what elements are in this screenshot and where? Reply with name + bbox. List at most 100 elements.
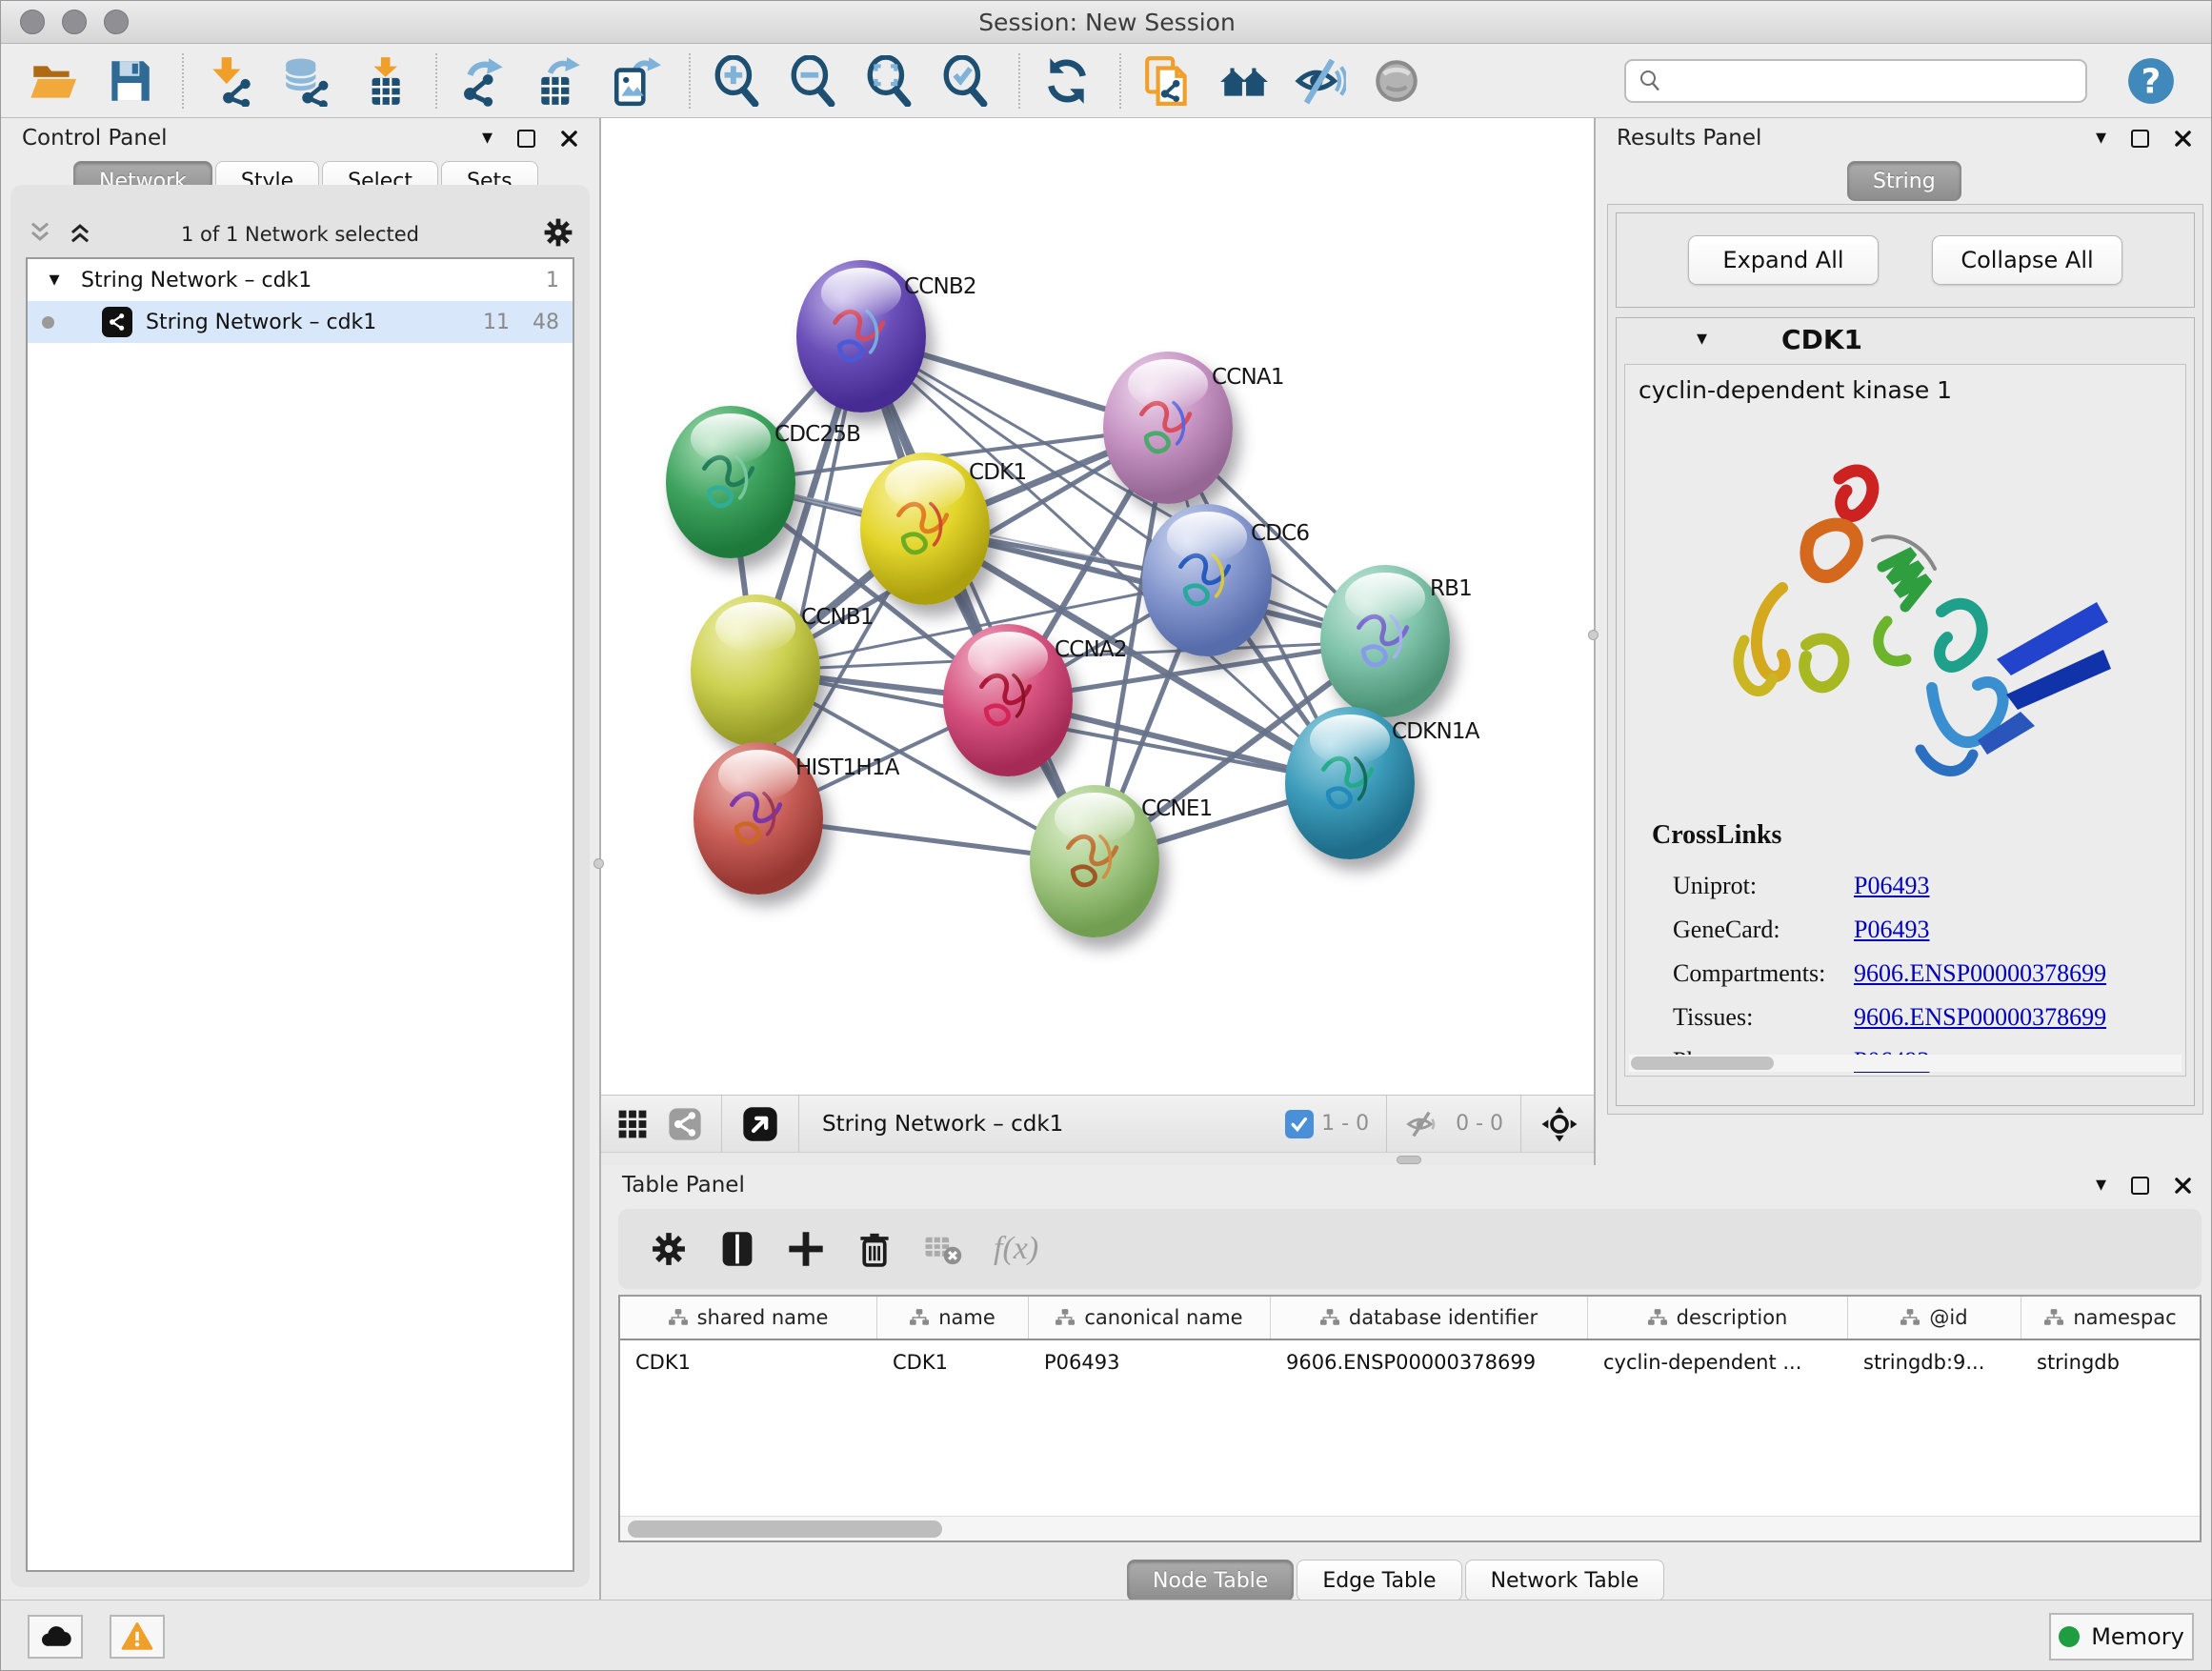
table-options-gear-icon[interactable] [641,1221,696,1277]
import-network-icon [205,55,256,107]
hide-glass-button[interactable] [1291,51,1350,111]
column-header[interactable]: namespac [2021,1297,2200,1339]
column-header[interactable]: description [1588,1297,1848,1339]
network-node-ccne1[interactable] [1030,785,1159,937]
results-panel-header: Results Panel ▾ [1596,118,2212,158]
selected-checkbox-icon[interactable] [1285,1110,1314,1138]
birds-eye-view-icon[interactable] [741,1105,779,1143]
crosslink-link[interactable]: P06493 [1854,872,1929,900]
export-network-icon [458,55,510,107]
panel-collapse-icon[interactable]: ▾ [482,128,493,149]
panel-close-icon[interactable] [2174,1177,2192,1195]
string-copy-network-button[interactable] [1138,51,1197,111]
panel-float-icon[interactable] [517,130,535,148]
crosslink-link[interactable]: 9606.ENSP00000378699 [1854,959,2106,988]
network-row[interactable]: String Network – cdk1 11 48 [28,301,573,343]
search-icon [1638,69,1662,93]
table-horizontal-scrollbar[interactable] [620,1516,2200,1540]
show-columns-icon[interactable] [710,1221,765,1277]
warnings-button[interactable] [110,1615,165,1659]
export-table-button[interactable] [531,51,590,111]
horizontal-splitter[interactable] [601,1152,1594,1165]
network-collection-row[interactable]: ▾ String Network – cdk1 1 [28,259,573,301]
import-network-file-button[interactable] [201,51,260,111]
cloud-status-button[interactable] [28,1615,83,1659]
toolbar-search-field[interactable] [1624,59,2087,103]
import-table-button[interactable] [353,51,412,111]
memory-button[interactable]: Memory [2049,1613,2194,1661]
function-builder-icon-disabled: f(x) [994,1231,1038,1267]
column-header[interactable]: canonical name [1029,1297,1271,1339]
node-gloss [715,602,795,653]
tab-edge-table[interactable]: Edge Table [1297,1560,1461,1601]
results-horizontal-scrollbar[interactable] [1629,1055,2182,1072]
save-session-button[interactable] [100,51,159,111]
grid-view-icon[interactable] [616,1108,649,1140]
panel-float-icon[interactable] [2131,130,2149,148]
zoom-selected-button[interactable] [936,51,995,111]
cell-name: CDK1 [877,1351,1029,1374]
panel-collapse-icon[interactable]: ▾ [2096,1175,2106,1196]
table-row[interactable]: CDK1 CDK1 P06493 9606.ENSP00000378699 cy… [620,1340,2200,1384]
hidden-eye-slash-icon[interactable] [1406,1108,1438,1140]
network-options-gear-icon[interactable] [542,216,574,252]
show-glass-button[interactable] [1367,51,1426,111]
collection-expander-icon[interactable]: ▾ [28,270,81,291]
delete-column-icon[interactable] [847,1221,902,1277]
toolbar-separator [1119,53,1121,109]
add-column-icon[interactable] [778,1221,834,1277]
panel-float-icon[interactable] [2131,1177,2149,1195]
column-header[interactable]: shared name [620,1297,877,1339]
open-session-button[interactable] [24,51,83,111]
scrollbar-thumb[interactable] [1631,1057,1774,1070]
column-header[interactable]: name [877,1297,1029,1339]
scrollbar-thumb[interactable] [628,1520,942,1538]
splitter-handle[interactable] [1397,1156,1421,1164]
crosslink-link[interactable]: 9606.ENSP00000378699 [1854,1003,2106,1032]
node-table[interactable]: shared name name canonical name database… [618,1295,2202,1542]
zoom-out-button[interactable] [784,51,843,111]
crosslink-link[interactable]: P06493 [1854,916,1929,944]
zoom-in-button[interactable] [708,51,767,111]
tab-node-table[interactable]: Node Table [1127,1560,1294,1601]
import-network-from-database-button[interactable] [277,51,336,111]
help-button[interactable]: ? [2122,51,2181,111]
control-panel-title: Control Panel [22,126,168,151]
refresh-button[interactable] [1037,51,1096,111]
application-window: Session: New Session [0,0,2212,1671]
table-panel: Table Panel ▾ f(x) [601,1165,2212,1600]
collection-name: String Network – cdk1 [81,269,312,292]
panel-close-icon[interactable] [560,130,578,148]
protein-section-header[interactable]: ▾ CDK1 [1617,318,2194,360]
tab-network-table[interactable]: Network Table [1465,1560,1665,1601]
panel-close-icon[interactable] [2174,130,2192,148]
footer-separator [1386,1096,1387,1153]
network-canvas[interactable]: CCNB2CCNA1CDC25BCDK1CDC6RB1CCNB1CCNA2CDK… [601,118,1594,1095]
import-table-icon [357,55,409,107]
column-header[interactable]: database identifier [1271,1297,1588,1339]
node-gloss [1128,359,1208,410]
footer-separator [1520,1096,1521,1153]
export-image-button[interactable] [607,51,666,111]
home-species-button[interactable] [1215,51,1274,111]
fit-crosshair-icon[interactable] [1540,1105,1579,1143]
export-network-button[interactable] [454,51,513,111]
network-node-ccna2[interactable] [943,624,1073,776]
toolbar-separator [689,53,691,109]
search-input[interactable] [1670,69,2051,93]
status-bar: Memory [1,1600,2212,1671]
expand-all-button[interactable]: Expand All [1688,235,1879,285]
column-header[interactable]: @id [1848,1297,2021,1339]
network-badge-gray-icon[interactable] [668,1107,702,1141]
column-label: namespac [2073,1306,2176,1329]
right-splitter-handle[interactable] [1588,630,1599,640]
left-splitter-handle[interactable] [593,858,604,869]
protein-expander-icon[interactable]: ▾ [1697,329,1707,350]
tab-string[interactable]: String [1847,161,1964,201]
crosslink-row: Compartments: 9606.ENSP00000378699 [1673,952,2168,996]
toolbar-separator [1018,53,1020,109]
zoom-fit-button[interactable] [860,51,919,111]
panel-collapse-icon[interactable]: ▾ [2096,128,2106,149]
collapse-all-button[interactable]: Collapse All [1932,235,2122,285]
crosslink-label: GeneCard: [1673,916,1854,944]
